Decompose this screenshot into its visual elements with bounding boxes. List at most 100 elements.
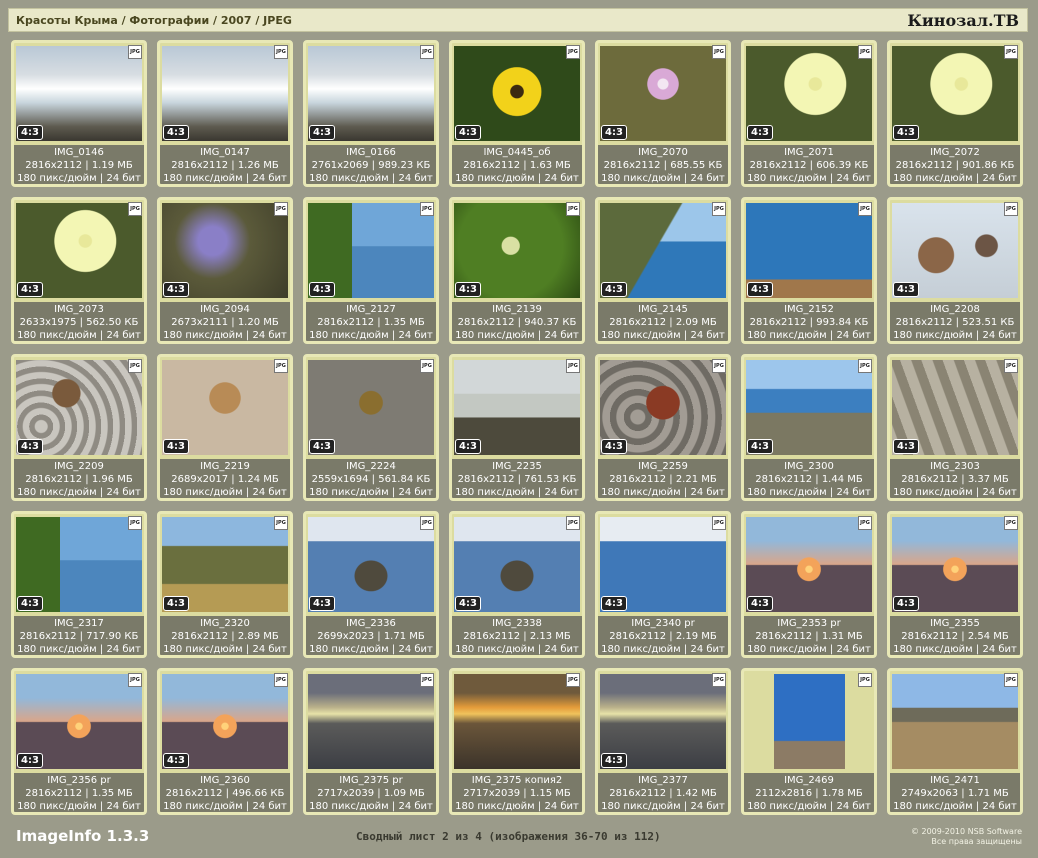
thumbnail-image[interactable]: 4:3	[746, 517, 872, 612]
file-resolution: 180 пикс/дюйм | 24 бит	[893, 487, 1017, 498]
thumbnail-card[interactable]: 4:3 JPG IMG_2303 2816x2112 | 3.37 МБ 180 пик…	[887, 354, 1023, 501]
file-size: 685.55 КБ	[670, 160, 723, 171]
thumbnail-image[interactable]: 4:3	[162, 360, 288, 455]
thumbnail-image[interactable]	[308, 674, 434, 769]
thumbnail-image[interactable]: 4:3	[16, 203, 142, 298]
thumbnail-image[interactable]: 4:3	[162, 46, 288, 141]
thumbnail-card[interactable]: JPG IMG_2375 копия2 2717x2039 | 1.15 МБ 180…	[449, 668, 585, 815]
file-dimensions: 2816x2112	[25, 474, 83, 485]
thumbnail-card[interactable]: 4:3 JPG IMG_2259 2816x2112 | 2.21 МБ 180 пик…	[595, 354, 731, 501]
thumbnail-card[interactable]: JPG IMG_2375 pr 2717x2039 | 1.09 МБ 180 пик…	[303, 668, 439, 815]
thumbnail-card[interactable]: 4:3 JPG IMG_2145 2816x2112 | 2.09 МБ 180 пик…	[595, 197, 731, 344]
thumbnail-card[interactable]: 4:3 JPG IMG_2071 2816x2112 | 606.39 КБ 180 п…	[741, 40, 877, 187]
page-summary: Сводный лист 2 из 4 (изображения 36-70 и…	[356, 830, 661, 843]
thumbnail-image[interactable]	[454, 674, 580, 769]
thumbnail-image[interactable]: 4:3	[454, 203, 580, 298]
thumbnail-card[interactable]: 4:3 JPG IMG_0146 2816x2112 | 1.19 МБ 180 пик…	[11, 40, 147, 187]
file-size: 989.23 КБ	[378, 160, 431, 171]
thumbnail-image[interactable]: 4:3	[600, 360, 726, 455]
thumbnail-card[interactable]: 4:3 JPG IMG_2336 2699x2023 | 1.71 МБ 180 пик…	[303, 511, 439, 658]
jpg-file-icon: JPG	[858, 359, 872, 373]
thumbnail-image[interactable]: 4:3	[162, 517, 288, 612]
file-name: IMG_0147	[200, 147, 250, 158]
thumbnail-image[interactable]: 4:3	[746, 360, 872, 455]
thumbnail-card[interactable]: 4:3 JPG IMG_2152 2816x2112 | 993.84 КБ 180 п…	[741, 197, 877, 344]
thumbnail-area: 4:3	[892, 202, 1018, 299]
thumbnail-card[interactable]: JPG IMG_2469 2112x2816 | 1.78 МБ 180 пикс/д…	[741, 668, 877, 815]
thumbnail-card[interactable]: 4:3 JPG IMG_2356 pr 2816x2112 | 1.35 МБ 180 …	[11, 668, 147, 815]
thumbnail-image[interactable]: 4:3	[16, 674, 142, 769]
thumbnail-image[interactable]: 4:3	[454, 46, 580, 141]
thumbnail-image[interactable]: 4:3	[600, 46, 726, 141]
thumbnail-info: IMG_0146 2816x2112 | 1.19 МБ 180 пикс/дюйм…	[14, 145, 144, 184]
thumbnail-card[interactable]: 4:3 JPG IMG_2073 2633x1975 | 562.50 КБ 180 п…	[11, 197, 147, 344]
file-resolution: 180 пикс/дюйм | 24 бит	[455, 487, 579, 498]
thumbnail-image[interactable]: 4:3	[308, 203, 434, 298]
thumbnail-card[interactable]: 4:3 JPG IMG_2219 2689x2017 | 1.24 МБ 180 пик…	[157, 354, 293, 501]
thumbnail-card[interactable]: 4:3 JPG IMG_2235 2816x2112 | 761.53 КБ 180 п…	[449, 354, 585, 501]
separator: |	[958, 631, 968, 642]
thumbnail-card[interactable]: 4:3 JPG IMG_2340 pr 2816x2112 | 2.19 МБ 180 …	[595, 511, 731, 658]
thumbnail-card[interactable]: 4:3 JPG IMG_2127 2816x2112 | 1.35 МБ 180 пик…	[303, 197, 439, 344]
file-size: 1.15 МБ	[529, 788, 571, 799]
thumbnail-image[interactable]: 4:3	[746, 203, 872, 298]
thumbnail-image[interactable]	[892, 674, 1018, 769]
aspect-ratio-badge: 4:3	[163, 125, 189, 140]
thumbnail-image[interactable]: 4:3	[16, 46, 142, 141]
file-size: 2.13 МБ	[529, 631, 571, 642]
thumbnail-card[interactable]: 4:3 JPG IMG_2072 2816x2112 | 901.86 КБ 180 п…	[887, 40, 1023, 187]
breadcrumb[interactable]: Красоты Крыма / Фотографии / 2007 / JPEG	[16, 14, 292, 27]
thumbnail-area: 4:3	[454, 359, 580, 456]
thumbnail-card[interactable]: 4:3 JPG IMG_2317 2816x2112 | 717.90 КБ 180 п…	[11, 511, 147, 658]
thumbnail-card[interactable]: 4:3 JPG IMG_2300 2816x2112 | 1.44 МБ 180 пик…	[741, 354, 877, 501]
thumbnail-image[interactable]: 4:3	[600, 203, 726, 298]
thumbnail-image[interactable]: 4:3	[16, 360, 142, 455]
thumbnail-card[interactable]: 4:3 JPG IMG_2209 2816x2112 | 1.96 МБ 180 пик…	[11, 354, 147, 501]
thumbnail-card[interactable]: 4:3 JPG IMG_2338 2816x2112 | 2.13 МБ 180 пик…	[449, 511, 585, 658]
thumbnail-card[interactable]: 4:3 JPG IMG_2353 pr 2816x2112 | 1.31 МБ 180 …	[741, 511, 877, 658]
thumbnail-info: IMG_2469 2112x2816 | 1.78 МБ 180 пикс/дюйм…	[744, 773, 874, 812]
thumbnail-image[interactable]: 4:3	[308, 46, 434, 141]
thumbnail-image[interactable]: 4:3	[162, 203, 288, 298]
thumbnail-image[interactable]: 4:3	[600, 674, 726, 769]
separator: |	[806, 160, 817, 171]
thumbnail-card[interactable]: 4:3 JPG IMG_0445_об 2816x2112 | 1.63 МБ 180 …	[449, 40, 585, 187]
brand-logo-text: Кинозал.ТВ	[907, 11, 1019, 30]
thumbnail-image[interactable]: 4:3	[892, 46, 1018, 141]
thumbnail-info: IMG_2375 копия2 2717x2039 | 1.15 МБ 180 пи…	[452, 773, 582, 812]
thumbnail-image[interactable]: 4:3	[308, 360, 434, 455]
thumbnail-image[interactable]: 4:3	[16, 517, 142, 612]
file-dimensions: 2816x2112	[609, 788, 667, 799]
thumbnail-image[interactable]: 4:3	[308, 517, 434, 612]
thumbnail-image[interactable]: 4:3	[892, 203, 1018, 298]
thumbnail-card[interactable]: 4:3 JPG IMG_0147 2816x2112 | 1.26 МБ 180 пик…	[157, 40, 293, 187]
thumbnail-image[interactable]: 4:3	[600, 517, 726, 612]
thumbnail-image[interactable]: 4:3	[162, 674, 288, 769]
thumbnail-card[interactable]: JPG IMG_2471 2749x2063 | 1.71 МБ 180 пикс/д…	[887, 668, 1023, 815]
thumbnail-image[interactable]: 4:3	[892, 517, 1018, 612]
thumbnail-card[interactable]: 4:3 JPG IMG_2360 2816x2112 | 496.66 КБ 180 п…	[157, 668, 293, 815]
thumbnail-card[interactable]: 4:3 JPG IMG_2070 2816x2112 | 685.55 КБ 180 п…	[595, 40, 731, 187]
thumbnail-card[interactable]: 4:3 JPG IMG_2355 2816x2112 | 2.54 МБ 180 пик…	[887, 511, 1023, 658]
thumbnail-image[interactable]: 4:3	[746, 46, 872, 141]
file-size: 1.26 МБ	[237, 160, 279, 171]
thumbnail-card[interactable]: 4:3 JPG IMG_2224 2559x1694 | 561.84 КБ 180 п…	[303, 354, 439, 501]
thumbnail-area: 4:3	[308, 516, 434, 613]
thumbnail-card[interactable]: 4:3 JPG IMG_2094 2673x2111 | 1.20 МБ 180 пик…	[157, 197, 293, 344]
thumbnail-area: 4:3	[454, 45, 580, 142]
thumbnail-area: 4:3	[600, 202, 726, 299]
file-dimensions: 2689x2017	[171, 474, 229, 485]
thumbnail-card[interactable]: 4:3 JPG IMG_2320 2816x2112 | 2.89 МБ 180 пик…	[157, 511, 293, 658]
thumbnail-card[interactable]: 4:3 JPG IMG_2139 2816x2112 | 940.37 КБ 180 п…	[449, 197, 585, 344]
thumbnail-card[interactable]: 4:3 JPG IMG_2208 2816x2112 | 523.51 КБ 180 п…	[887, 197, 1023, 344]
file-dimensions: 2816x2112	[171, 631, 229, 642]
thumbnail-image[interactable]: 4:3	[454, 360, 580, 455]
jpg-file-icon: JPG	[712, 45, 726, 59]
thumbnail-card[interactable]: 4:3 JPG IMG_2377 2816x2112 | 1.42 МБ 180 пик…	[595, 668, 731, 815]
file-size: 3.37 МБ	[967, 474, 1009, 485]
thumbnail-image[interactable]: 4:3	[454, 517, 580, 612]
file-name: IMG_2139	[492, 304, 542, 315]
thumbnail-card[interactable]: 4:3 JPG IMG_0166 2761x2069 | 989.23 КБ 180 п…	[303, 40, 439, 187]
thumbnail-image[interactable]: 4:3	[892, 360, 1018, 455]
thumbnail-image[interactable]	[773, 674, 845, 769]
